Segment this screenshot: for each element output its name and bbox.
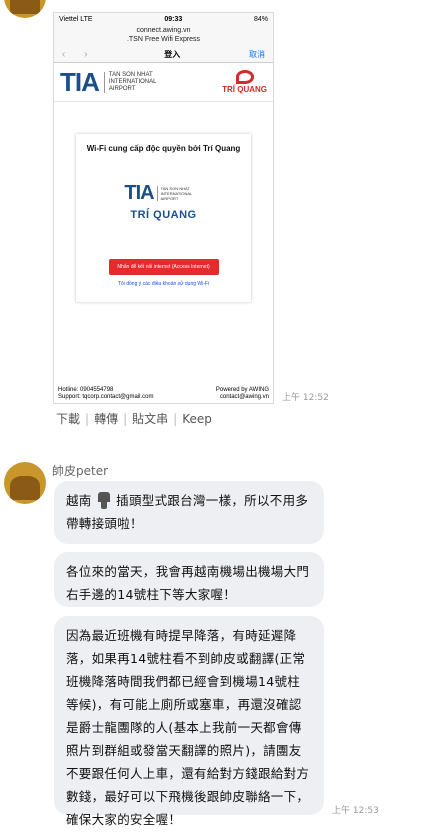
card-airport-name: TAN SON NHAT INTERNATIONAL AIRPORT xyxy=(156,185,203,201)
time-label: 09:33 xyxy=(164,16,183,23)
message-timestamp: 上午 12:53 xyxy=(332,806,379,816)
tri-quang-label: TRÍ QUANG xyxy=(222,85,267,94)
message-bubble[interactable]: 越南 插頭型式跟台灣一樣，所以不用多帶轉接頭啦！ xyxy=(54,481,324,544)
footer-hotline: Hotline: 0904554798 xyxy=(58,387,114,393)
shared-image[interactable]: Viettel LTE 09:33 84% connect.awing.vn .… xyxy=(53,12,274,404)
captive-nav: ‹ › 登入 取消 xyxy=(54,46,273,63)
access-internet-button[interactable]: Nhấn để kết nối internet (Access Interne… xyxy=(108,259,219,275)
bubble-text: 各位來的當天，我會再越南機場出機場大門右手邊的14號柱下等大家喔！ xyxy=(66,564,310,602)
phone-status-bar: Viettel LTE 09:33 84% xyxy=(54,13,273,26)
footer-support: Support: tqcorp.contact@gmail.com xyxy=(58,394,154,400)
keep-action[interactable]: Keep xyxy=(182,412,212,426)
forward-action[interactable]: 轉傳 xyxy=(94,412,118,426)
battery-label: 84% xyxy=(253,16,268,23)
sender-avatar[interactable] xyxy=(4,462,46,504)
airport-name: TAN SON NHAT INTERNATIONAL AIRPORT xyxy=(103,71,169,93)
card-tia-logo: TIA xyxy=(124,182,154,204)
card-partner-name: TRÍ QUANG xyxy=(130,209,197,221)
post-action[interactable]: 貼文串 xyxy=(132,412,168,426)
nav-cancel: 取消 xyxy=(248,49,265,59)
image-actions: 下載 | 轉傳 | 貼文串 | Keep xyxy=(56,412,212,426)
tia-logo: TIA xyxy=(60,67,100,97)
footer-contact: contact@awing.vn xyxy=(219,394,269,400)
address-bar: connect.awing.vn .TSN Free Wifi Express xyxy=(54,26,273,46)
url-title: .TSN Free Wifi Express xyxy=(126,36,201,43)
download-action[interactable]: 下載 xyxy=(56,412,80,426)
plug-icon xyxy=(97,492,110,509)
message-timestamp: 上午 12:52 xyxy=(282,393,329,403)
sender-avatar[interactable] xyxy=(4,0,46,18)
message-bubble[interactable]: 因為最近班機有時提早降落，有時延遲降落，如果再14號柱看不到帥皮或翻譯(正常班機… xyxy=(54,616,324,827)
nav-title: 登入 xyxy=(164,49,181,59)
card-logo: TIA TAN SON NHAT INTERNATIONAL AIRPORT xyxy=(76,183,251,203)
terms-link[interactable]: Tôi đồng ý các điều khoản sử dụng Wi-Fi xyxy=(76,281,251,287)
back-forward-icon: ‹ › xyxy=(62,48,96,60)
tri-quang-mark-icon xyxy=(235,70,254,84)
sender-name: 帥皮peter xyxy=(52,464,109,478)
url-host: connect.awing.vn xyxy=(136,27,191,34)
wifi-card: Wi-Fi cung cấp độc quyền bởi Trí Quang T… xyxy=(76,134,251,302)
page-footer: Hotline: 0904554798 Support: tqcorp.cont… xyxy=(54,387,273,401)
carrier-label: Viettel LTE xyxy=(59,16,93,23)
brand-header: TIA TAN SON NHAT INTERNATIONAL AIRPORT T… xyxy=(54,63,273,102)
message-bubble[interactable]: 各位來的當天，我會再越南機場出機場大門右手邊的14號柱下等大家喔！ xyxy=(54,552,324,607)
footer-powered: Powered by AWING xyxy=(215,387,269,393)
bubble-text: 越南 xyxy=(66,493,92,508)
bubble-text: 因為最近班機有時提早降落，有時延遲降落，如果再14號柱看不到帥皮或翻譯(正常班機… xyxy=(66,628,310,827)
tri-quang-logo: TRÍ QUANG xyxy=(222,70,267,94)
card-heading: Wi-Fi cung cấp độc quyền bởi Trí Quang xyxy=(86,144,241,153)
